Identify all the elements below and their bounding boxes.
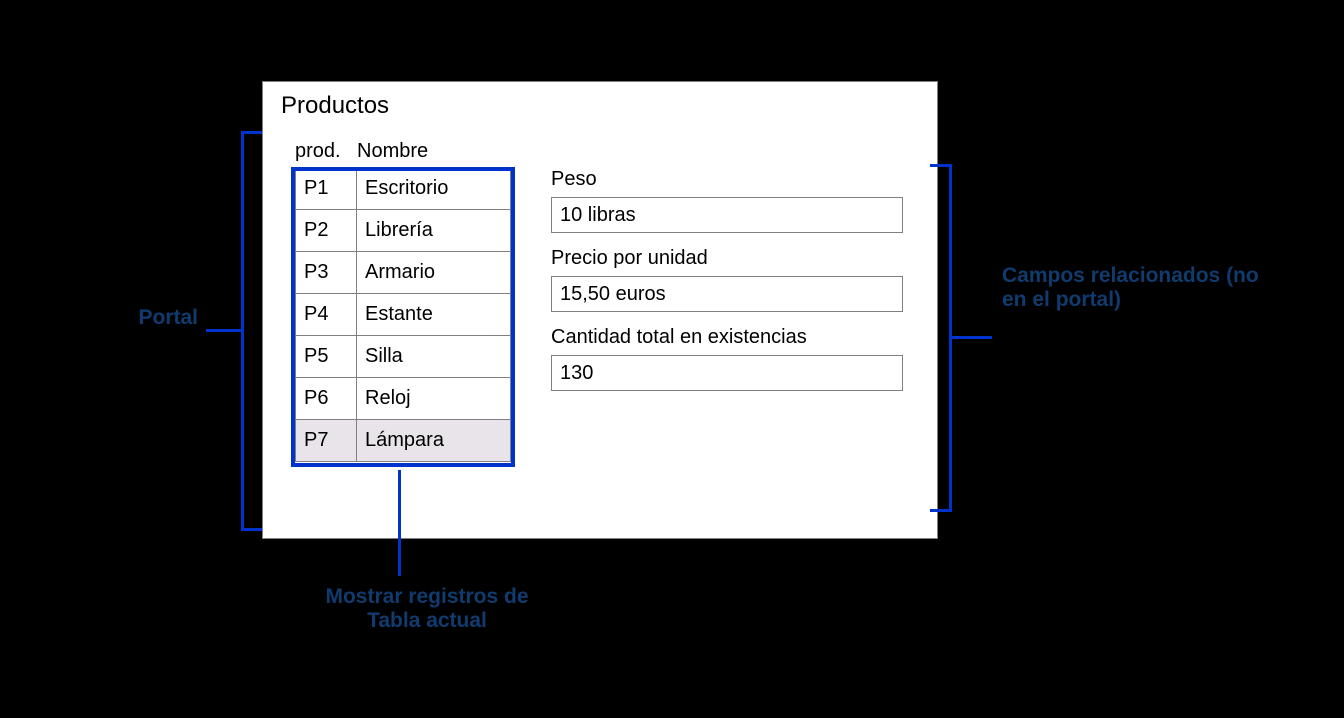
- value-weight[interactable]: 10 libras: [551, 197, 903, 233]
- annotation-related-fields: Campos relacionados (no en el portal): [1002, 264, 1282, 312]
- portal-table: prod. Nombre P1EscritorioP2LibreríaP3Arm…: [295, 140, 511, 462]
- cell-prod: P5: [295, 336, 357, 377]
- cell-prod: P3: [295, 252, 357, 293]
- cell-prod: P6: [295, 378, 357, 419]
- annotation-show-records: Mostrar registros de Tabla actual: [312, 585, 542, 633]
- cell-prod: P2: [295, 210, 357, 251]
- cell-name: Escritorio: [357, 168, 511, 209]
- cell-prod: P7: [295, 420, 357, 461]
- table-row[interactable]: P4Estante: [295, 294, 511, 336]
- annotation-portal: Portal: [78, 306, 198, 330]
- label-stock: Cantidad total en existencias: [551, 326, 903, 349]
- label-price: Precio por unidad: [551, 247, 903, 270]
- cell-name: Reloj: [357, 378, 511, 419]
- pointer-to-bottom-annotation: [398, 470, 401, 576]
- cell-name: Librería: [357, 210, 511, 251]
- column-header-name: Nombre: [357, 140, 511, 163]
- cell-name: Lámpara: [357, 420, 511, 461]
- panel-title: Productos: [281, 92, 389, 120]
- column-header-prod: prod.: [295, 140, 357, 163]
- bracket-left-stem: [206, 329, 241, 332]
- table-body: P1EscritorioP2LibreríaP3ArmarioP4Estante…: [295, 167, 511, 462]
- value-stock[interactable]: 130: [551, 355, 903, 391]
- diagram-stage: Portal Productos prod. Nombre P1Escritor…: [0, 0, 1344, 718]
- table-row[interactable]: P7Lámpara: [295, 420, 511, 462]
- field-group-price: Precio por unidad 15,50 euros: [551, 247, 903, 312]
- cell-name: Armario: [357, 252, 511, 293]
- table-row[interactable]: P1Escritorio: [295, 168, 511, 210]
- value-price[interactable]: 15,50 euros: [551, 276, 903, 312]
- bracket-left: [241, 131, 263, 531]
- cell-name: Silla: [357, 336, 511, 377]
- table-row[interactable]: P2Librería: [295, 210, 511, 252]
- label-weight: Peso: [551, 168, 903, 191]
- field-group-stock: Cantidad total en existencias 130: [551, 326, 903, 391]
- table-row[interactable]: P5Silla: [295, 336, 511, 378]
- table-header-row: prod. Nombre: [295, 140, 511, 163]
- table-row[interactable]: P3Armario: [295, 252, 511, 294]
- cell-prod: P4: [295, 294, 357, 335]
- detail-fields: Peso 10 libras Precio por unidad 15,50 e…: [551, 168, 903, 405]
- bracket-right: [930, 164, 952, 512]
- field-group-weight: Peso 10 libras: [551, 168, 903, 233]
- products-panel: Productos prod. Nombre P1EscritorioP2Lib…: [262, 81, 938, 539]
- bracket-right-stem: [952, 336, 992, 339]
- table-row[interactable]: P6Reloj: [295, 378, 511, 420]
- cell-name: Estante: [357, 294, 511, 335]
- cell-prod: P1: [295, 168, 357, 209]
